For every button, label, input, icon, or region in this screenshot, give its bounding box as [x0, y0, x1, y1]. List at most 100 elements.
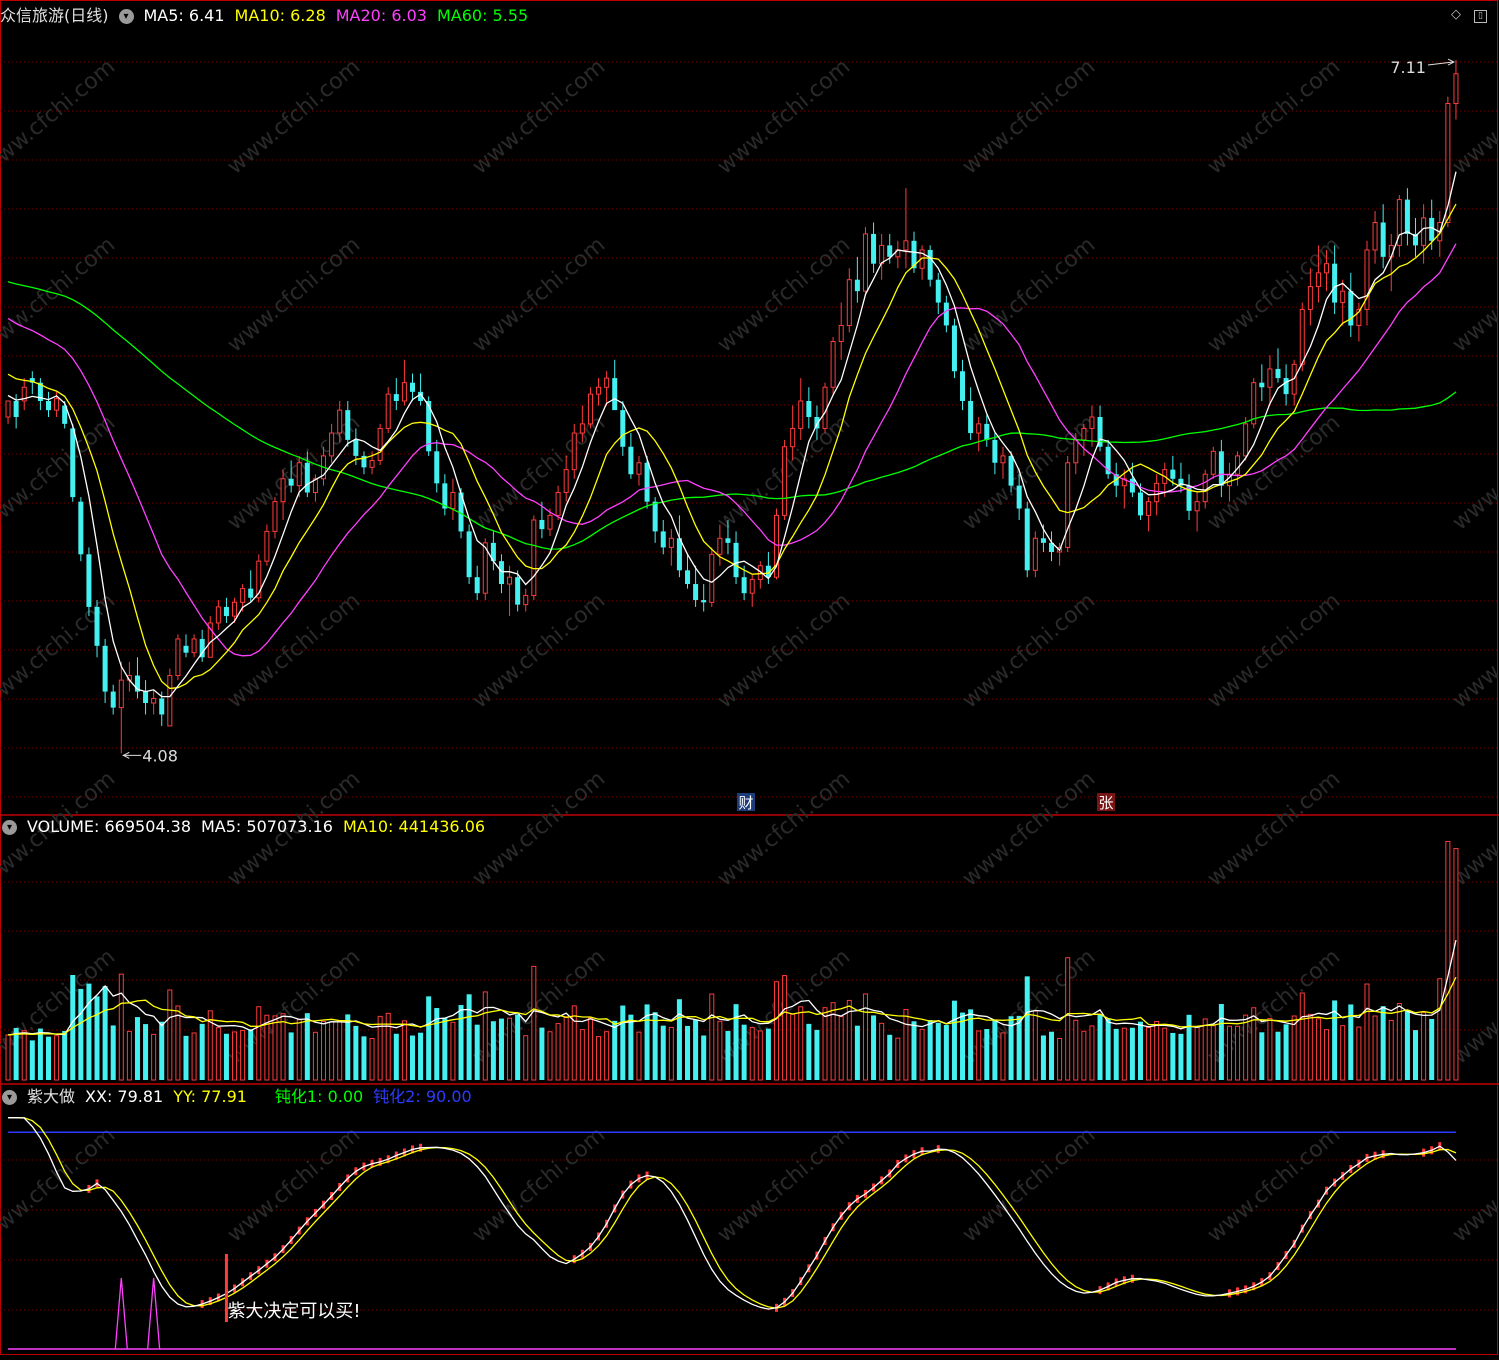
- volume-bar-up: [587, 1017, 593, 1081]
- candle-body-down: [1218, 451, 1224, 486]
- candle-body-down: [887, 245, 893, 257]
- volume-bar-down: [1429, 1018, 1435, 1080]
- volume-bar-down: [1049, 1031, 1055, 1080]
- volume-bar-up: [1243, 1014, 1249, 1081]
- volume-bar-up: [191, 1032, 197, 1081]
- candle-body-up: [668, 537, 674, 548]
- moving-average-lines: [7, 171, 1457, 698]
- volume-bar-up: [1089, 1025, 1095, 1081]
- candle-body-up: [280, 478, 286, 503]
- volume-bar-down: [1275, 1031, 1281, 1080]
- volume-bar-down: [992, 1019, 998, 1080]
- indicator-name[interactable]: 紫大做: [27, 1086, 75, 1108]
- volume-bar-up: [895, 1037, 901, 1081]
- candle-body-down: [685, 570, 691, 585]
- volume-bar-up: [1356, 1026, 1362, 1081]
- chart-stage[interactable]: www.cfchi.com www.cfchi.com www.cfchi.com w…: [0, 0, 1499, 1356]
- volume-bar-down: [490, 1021, 496, 1080]
- volume-bar-up: [1081, 1030, 1087, 1081]
- candle-body-down: [515, 577, 521, 605]
- candle-body-up: [830, 340, 836, 388]
- watermark-text: www.cfchi.com: [1203, 54, 1345, 179]
- candle-body-down: [733, 542, 739, 578]
- signal-spike: [146, 1277, 161, 1350]
- candle-body-up: [1032, 537, 1038, 571]
- watermark-text: www.cfchi.com: [713, 54, 855, 179]
- watermark-text: www.cfchi.com: [713, 588, 855, 713]
- candle-body-up: [862, 233, 868, 292]
- volume-bar-up: [555, 1023, 561, 1081]
- ma20-line: [7, 243, 1457, 657]
- volume-bar-down: [418, 1032, 424, 1080]
- candle-body-up: [167, 675, 173, 727]
- candle-body-down: [466, 531, 472, 578]
- candle-body-down: [434, 451, 440, 484]
- candle-body-up: [1299, 308, 1305, 365]
- candle-body-up: [1372, 222, 1378, 251]
- dh2-legend: 钝化2: 90.00: [373, 1087, 472, 1106]
- volume-bar-down: [102, 986, 108, 1080]
- volume-bar-up: [668, 1026, 674, 1081]
- candle-body-down: [78, 501, 84, 555]
- volume-bar-up: [1226, 1025, 1232, 1081]
- candle-body-up: [1340, 290, 1346, 304]
- volume-bar-up: [54, 1035, 60, 1081]
- watermark-text: www.cfchi.com: [0, 1122, 120, 1247]
- dropdown-circle-icon[interactable]: ▾: [118, 8, 134, 24]
- volume-bar-up: [862, 993, 868, 1081]
- volume-bar-up: [1364, 983, 1370, 1081]
- volume-bar-down: [393, 1033, 399, 1080]
- watermark-text: www.cfchi.com: [0, 54, 120, 179]
- watermark-text: www.cfchi.com: [0, 588, 120, 713]
- candle-body-up: [1251, 382, 1257, 425]
- candle-body-up: [1421, 217, 1427, 246]
- stock-title[interactable]: 众信旅游(日线): [0, 5, 109, 27]
- volume-bar-up: [523, 1035, 529, 1081]
- volume-bar-up: [240, 1030, 246, 1081]
- candle-body-up: [151, 697, 157, 704]
- diamond-icon[interactable]: ◇: [1449, 8, 1463, 22]
- volume-bar-up: [571, 1005, 577, 1081]
- signal-spike: [114, 1277, 128, 1350]
- dropdown-circle-icon[interactable]: ▾: [2, 1089, 17, 1105]
- candle-body-down: [1283, 378, 1289, 395]
- xx-legend: XX: 79.81: [85, 1087, 164, 1106]
- volume-bar-down: [814, 1029, 820, 1080]
- volume-panel-header: ▾ VOLUME: 669504.38 MA5: 507073.16 MA10:…: [0, 816, 495, 838]
- candle-body-down: [1016, 485, 1022, 509]
- volume-bar-up: [1396, 1002, 1402, 1081]
- volume-bar-up: [1437, 978, 1443, 1081]
- candle-body-down: [304, 462, 310, 493]
- candle-body-up: [1081, 427, 1087, 441]
- volume-bar-down: [911, 1021, 917, 1080]
- candle-body-up: [903, 240, 909, 251]
- candle-body-down: [951, 325, 957, 372]
- candle-body-up: [782, 446, 788, 516]
- volume-bar-down: [458, 1005, 464, 1080]
- volume-bar-down: [652, 1012, 658, 1080]
- volume-bar-up: [272, 1015, 278, 1081]
- volume-bar-up: [798, 1006, 804, 1081]
- watermark-text: www.cfchi.com: [1203, 944, 1345, 1069]
- watermark-text: www.cfchi.com: [468, 54, 610, 179]
- candle-body-down: [725, 538, 731, 543]
- volume-bar-down: [515, 1014, 521, 1080]
- volume-bar-down: [199, 1023, 205, 1080]
- candle-body-up: [1065, 462, 1071, 548]
- candle-body-down: [1275, 368, 1281, 379]
- candle-body-down: [110, 691, 116, 708]
- dropdown-circle-icon[interactable]: ▾: [2, 819, 17, 835]
- candle-body-down: [353, 439, 359, 456]
- volume-bar-down: [353, 1025, 359, 1080]
- volume-bar-up: [1340, 1025, 1346, 1081]
- candle-body-down: [1429, 217, 1435, 241]
- volume-bar-up: [1291, 1015, 1297, 1081]
- candle-body-down: [854, 279, 860, 292]
- volume-bar-down: [539, 1027, 545, 1080]
- volume-bar-down: [143, 1024, 149, 1080]
- volume-bar-up: [215, 1027, 221, 1081]
- chart-canvas[interactable]: www.cfchi.com www.cfchi.com www.cfchi.com w…: [0, 0, 1499, 1356]
- candle-body-down: [620, 410, 626, 447]
- candle-body-up: [232, 601, 238, 617]
- maximize-icon[interactable]: ▯: [1474, 10, 1487, 23]
